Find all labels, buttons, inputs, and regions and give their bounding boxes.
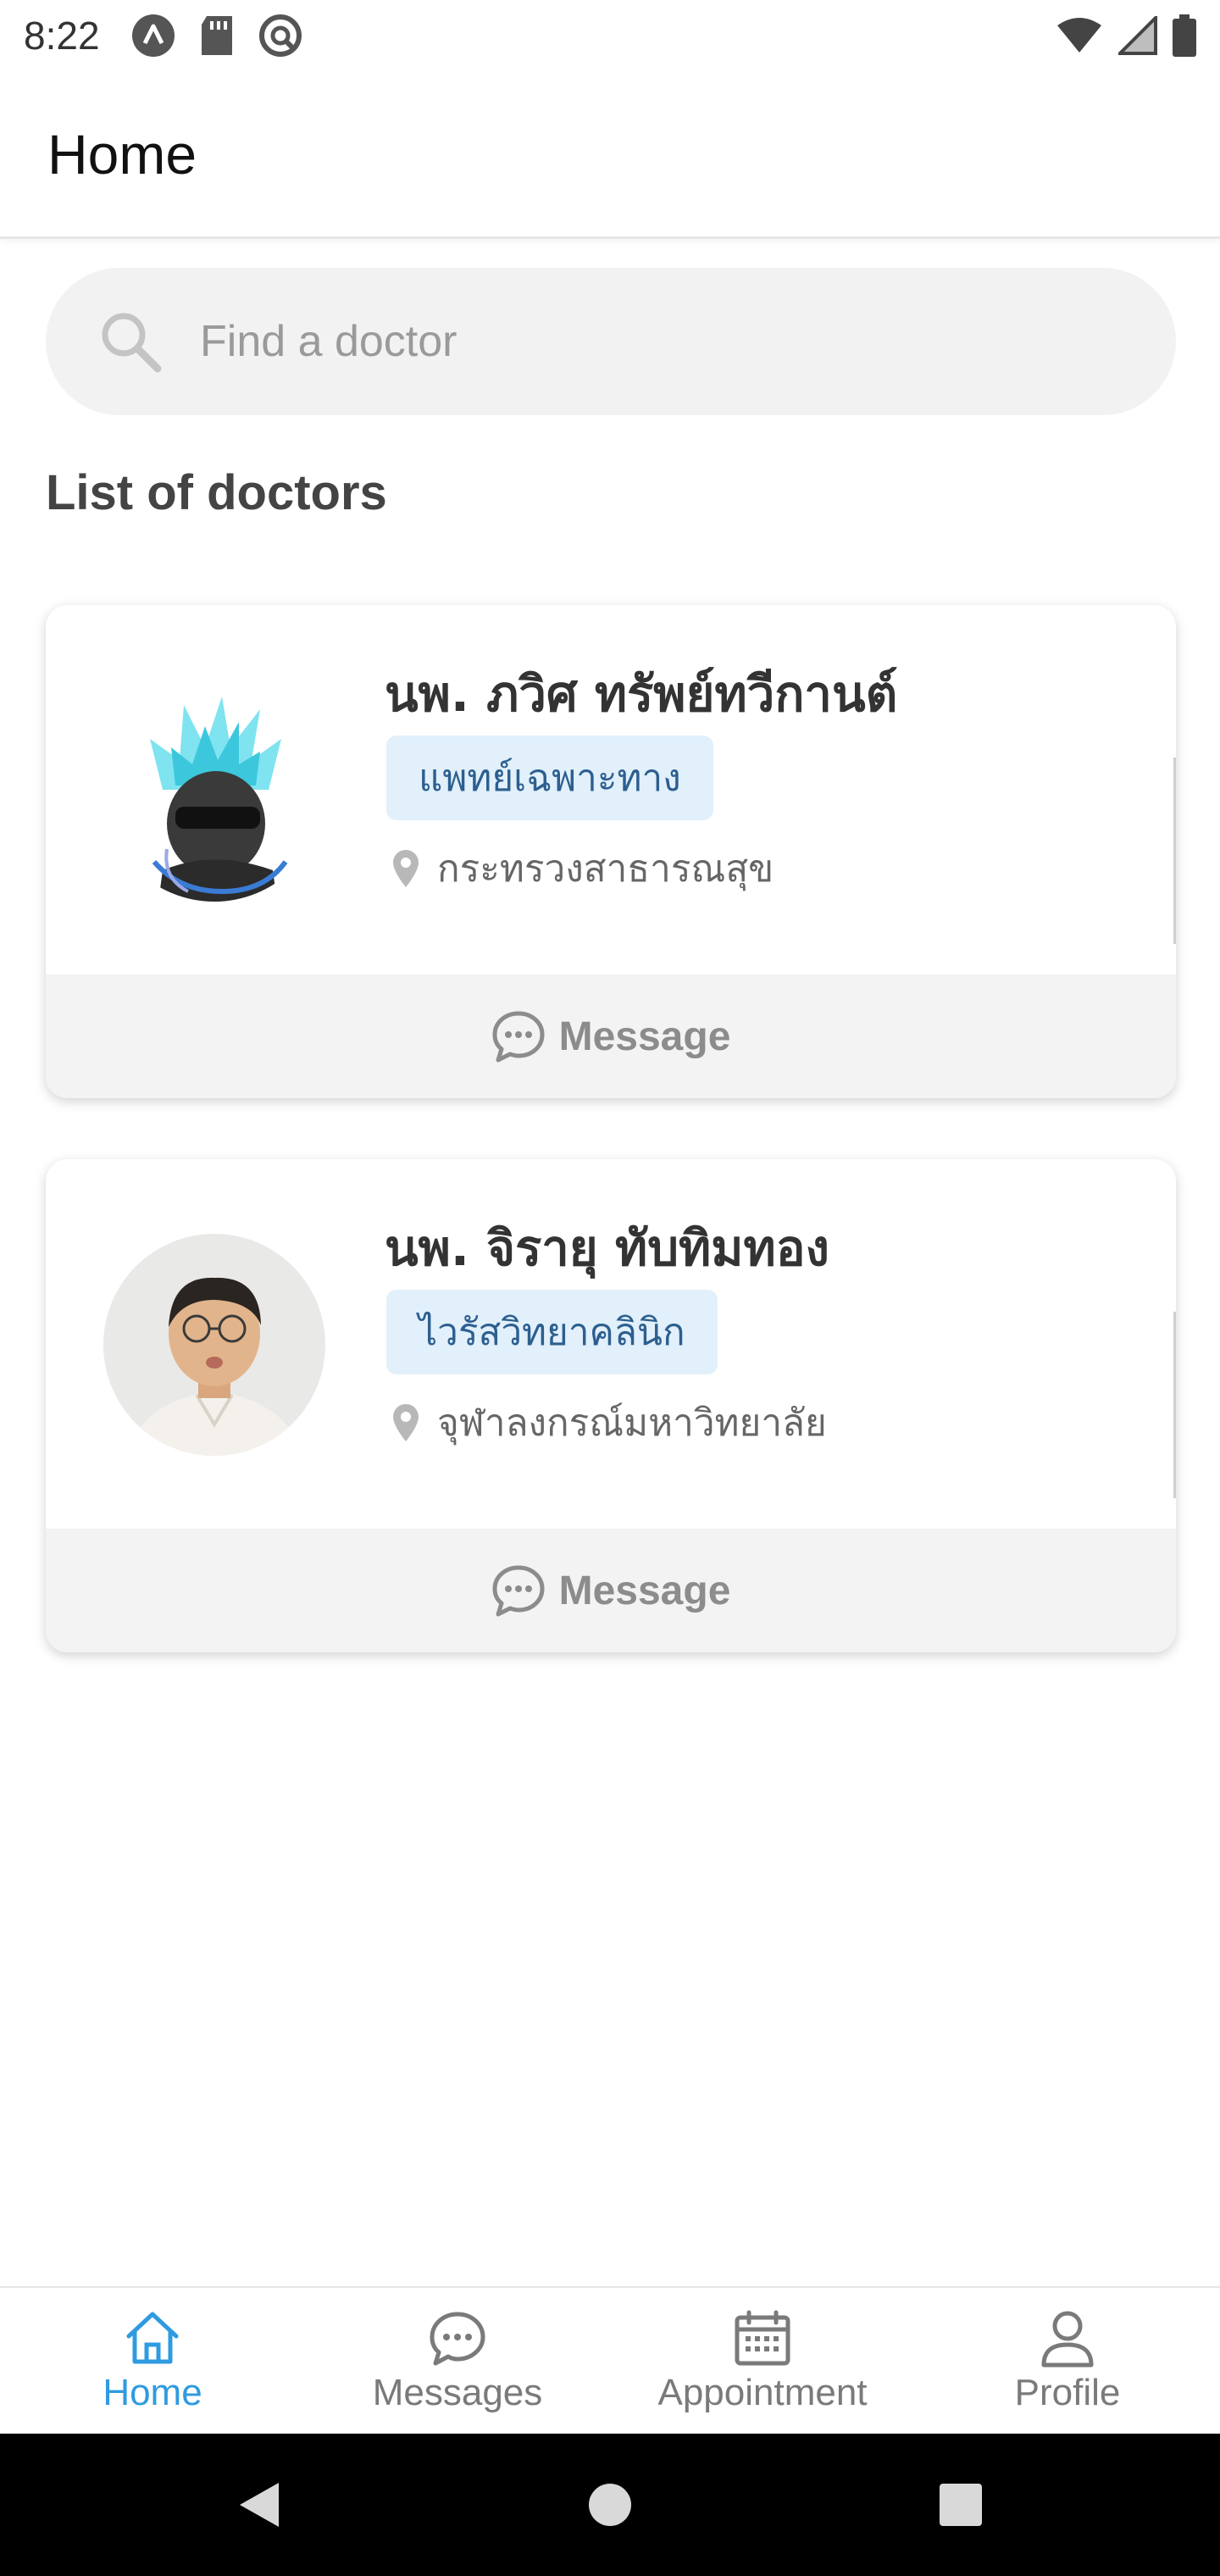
doctor-location: จุฬาลงกรณ์มหาวิทยาลัย (437, 1402, 827, 1445)
message-button[interactable]: Message (46, 1529, 1176, 1652)
doctor-card-body[interactable]: นพ. จิรายุ ทับทิมทอง ไวรัสวิทยาคลินิก จุ… (46, 1159, 1176, 1529)
doctor-location: กระทรวงสาธารณสุข (437, 847, 774, 891)
nav-label-appointment: Appointment (657, 2372, 868, 2413)
system-nav-bar (0, 2434, 1220, 2576)
location-row: จุฬาลงกรณ์มหาวิทยาลัย (393, 1393, 827, 1452)
location-pin-icon (393, 850, 419, 887)
doctor-avatar (103, 1234, 325, 1456)
nav-item-home[interactable]: Home (0, 2288, 305, 2434)
avatar-photo (103, 1234, 325, 1456)
doctor-name: นพ. ภวิศ ทรัพย์ทวีกานต์ (385, 665, 898, 723)
location-pin-icon (393, 1404, 419, 1441)
message-button-label: Message (558, 1568, 731, 1613)
message-button-label: Message (558, 1013, 731, 1059)
nav-item-messages[interactable]: Messages (305, 2288, 610, 2434)
nav-label-profile: Profile (1014, 2372, 1121, 2413)
doctor-card-body[interactable]: นพ. ภวิศ ทรัพย์ทวีกานต์ แพทย์เฉพาะทาง กร… (46, 605, 1176, 974)
doctor-card[interactable]: นพ. ภวิศ ทรัพย์ทวีกานต์ แพทย์เฉพาะทาง กร… (46, 605, 1176, 1098)
sd-card-icon (201, 16, 232, 55)
bottom-nav: Home Messages Appointment Profile (0, 2286, 1220, 2434)
status-notification-icons (130, 13, 303, 58)
status-bar: 8:22 (0, 0, 1220, 71)
search-bar[interactable] (46, 268, 1176, 415)
card-divider (1173, 1312, 1176, 1498)
chat-bubble-icon (492, 1565, 545, 1617)
status-system-icons (1056, 14, 1196, 57)
wifi-icon (1057, 18, 1101, 53)
search-input[interactable] (200, 316, 1047, 367)
specialty-badge: แพทย์เฉพาะทาง (386, 736, 713, 820)
message-button[interactable]: Message (46, 974, 1176, 1098)
back-triangle-icon (240, 2483, 279, 2527)
system-recents-button[interactable] (785, 2482, 1136, 2528)
person-icon (1041, 2311, 1094, 2368)
app-notification-icon (131, 14, 175, 57)
specialty-badge: ไวรัสวิทยาคลินิก (386, 1290, 718, 1374)
doctor-name: นพ. จิรายุ ทับทิมทอง (385, 1219, 829, 1277)
calendar-icon (735, 2310, 790, 2366)
card-divider (1173, 758, 1176, 944)
doctor-card[interactable]: นพ. จิรายุ ทับทิมทอง ไวรัสวิทยาคลินิก จุ… (46, 1159, 1176, 1652)
nav-item-profile[interactable]: Profile (915, 2288, 1220, 2434)
recents-square-icon (940, 2484, 982, 2526)
search-icon (102, 313, 162, 373)
home-circle-icon (589, 2484, 631, 2526)
nav-label-messages: Messages (372, 2372, 543, 2413)
system-home-button[interactable] (435, 2482, 785, 2528)
system-back-button[interactable] (84, 2479, 435, 2530)
avatar-illustration (103, 680, 325, 902)
chat-bubble-icon (492, 1011, 545, 1063)
location-row: กระทรวงสาธารณสุข (393, 839, 774, 898)
chat-icon (430, 2312, 485, 2366)
nav-item-appointment[interactable]: Appointment (610, 2288, 915, 2434)
home-icon (126, 2312, 179, 2364)
nav-label-home: Home (103, 2372, 202, 2413)
doctor-avatar (103, 680, 325, 902)
page-title: Home (47, 122, 197, 186)
cell-signal-icon (1118, 16, 1157, 55)
battery-icon (1173, 14, 1196, 57)
status-time: 8:22 (24, 14, 100, 58)
sync-icon (258, 14, 302, 57)
section-title: List of doctors (46, 465, 387, 520)
app-header: Home (0, 71, 1220, 239)
